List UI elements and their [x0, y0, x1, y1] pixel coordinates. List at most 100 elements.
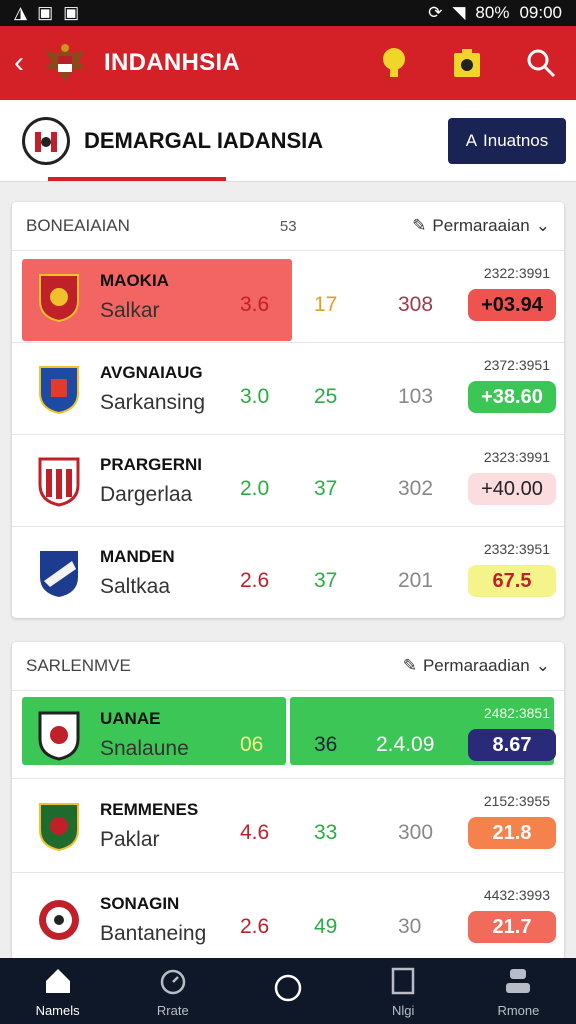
club-badge-icon — [39, 273, 79, 322]
rating: 06 — [240, 733, 264, 756]
points: 17 — [314, 293, 338, 316]
a-icon: A — [465, 130, 478, 150]
match-row[interactable]: PRARGERNI Dargerlaa 2.0 37 302 2323:3991… — [12, 434, 564, 526]
match-row[interactable]: REMMENES Paklar 4.6 33 300 2152:3955 21.… — [12, 778, 564, 872]
points: 25 — [314, 385, 338, 408]
chevron-down-icon: ⌄ — [535, 216, 550, 235]
odds-pill[interactable]: +03.94 — [468, 289, 556, 321]
garuda-crest-logo — [44, 44, 86, 82]
timestamp: 2322:3991 — [483, 265, 550, 281]
team-subtitle: Snalaune — [100, 736, 189, 760]
battery-level: 80% — [475, 3, 510, 22]
circle-icon — [274, 974, 302, 1002]
team-name: MANDEN — [100, 546, 175, 566]
score: 300 — [398, 821, 434, 844]
team-name: MAOKIA — [100, 270, 169, 290]
invitations-button[interactable]: A Inuatnos — [448, 117, 566, 164]
points: 36 — [314, 733, 338, 756]
wifi-icon: ◥ — [452, 3, 466, 22]
team-name: SONAGIN — [100, 893, 180, 913]
search-icon[interactable] — [526, 48, 556, 78]
timestamp: 2482:3851 — [483, 705, 550, 721]
document-icon — [391, 967, 415, 994]
points: 37 — [314, 477, 338, 500]
image-icon: ▣ — [63, 3, 80, 22]
team-subtitle: Saltkaa — [100, 574, 171, 598]
rating: 2.6 — [240, 915, 270, 938]
club-logo — [22, 116, 70, 165]
team-subtitle: Sarkansing — [100, 390, 206, 414]
league-card-2: SARLENMVE ✎ Permaraadian ⌄ UANAE Snalaun… — [12, 642, 564, 962]
score: 302 — [398, 477, 434, 500]
match-row[interactable]: SONAGIN Bantaneing 2.6 49 30 4432:3993 2… — [12, 872, 564, 962]
bottom-navigation: Namels Rrate Nlgi Rmone — [0, 958, 576, 1024]
match-row[interactable]: MAOKIA Salkar 3.6 17 308 2322:3991 +03.9… — [12, 250, 564, 342]
pencil-icon: ✎ — [402, 656, 417, 675]
team-name: REMMENES — [100, 799, 199, 819]
section-header: DEMARGAL IADANSIA A Inuatnos — [0, 100, 576, 182]
match-row[interactable]: UANAE Snalaune 06 36 2.4.09 2482:3851 8.… — [12, 690, 564, 778]
club-badge-icon — [40, 550, 78, 597]
team-name: UANAE — [100, 708, 161, 728]
team-subtitle: Bantaneing — [100, 921, 207, 945]
odds-pill[interactable]: 8.67 — [468, 729, 556, 761]
filter-dropdown[interactable]: ✎ Permaraadian ⌄ — [403, 656, 550, 676]
club-badge-icon — [38, 711, 80, 761]
odds-pill[interactable]: 21.8 — [468, 817, 556, 849]
nav-profile[interactable]: Rmone — [461, 958, 576, 1024]
timestamp: 2372:3951 — [483, 357, 550, 373]
nav-home[interactable]: Namels — [0, 958, 115, 1024]
card-title: BONEAIAIAN — [26, 216, 130, 235]
profile-icon — [506, 968, 531, 993]
clock: 09:00 — [519, 3, 562, 22]
back-button[interactable]: ‹ — [0, 46, 36, 80]
odds-pill[interactable]: +40.00 — [468, 473, 556, 505]
nav-rate[interactable]: Rrate — [115, 958, 230, 1024]
points: 49 — [314, 915, 338, 938]
gallery-icon: ▣ — [37, 3, 54, 22]
score: 308 — [398, 293, 434, 316]
timestamp: 2332:3951 — [483, 541, 550, 557]
points: 37 — [314, 569, 338, 592]
score: 201 — [398, 569, 434, 592]
club-badge-icon — [38, 457, 80, 507]
match-row[interactable]: AVGNAIAUG Sarkansing 3.0 25 103 2372:395… — [12, 342, 564, 434]
score: 103 — [398, 385, 434, 408]
rating: 2.0 — [240, 477, 270, 500]
odds-pill[interactable]: 67.5 — [468, 565, 556, 597]
rating: 3.6 — [240, 293, 270, 316]
notification-icon: ◮ — [14, 3, 28, 22]
team-subtitle: Salkar — [100, 298, 160, 322]
rating: 4.6 — [240, 821, 270, 844]
timestamp: 2323:3991 — [483, 449, 550, 465]
nav-page[interactable]: Nlgi — [346, 958, 461, 1024]
nav-center[interactable] — [230, 958, 345, 1024]
sync-icon: ⟳ — [428, 3, 443, 22]
camera-icon[interactable] — [452, 47, 482, 79]
team-subtitle: Paklar — [100, 827, 160, 851]
match-row[interactable]: MANDEN Saltkaa 2.6 37 201 2332:3951 67.5 — [12, 526, 564, 618]
club-badge-icon — [39, 802, 79, 851]
timestamp: 2152:3955 — [483, 793, 550, 809]
odds-pill[interactable]: 21.7 — [468, 911, 556, 943]
score: 2.4.09 — [376, 733, 435, 756]
timestamp: 4432:3993 — [483, 887, 550, 903]
team-name: PRARGERNI — [100, 454, 203, 474]
timer-icon — [160, 969, 186, 994]
active-tab-indicator — [48, 177, 226, 181]
pencil-icon: ✎ — [412, 216, 427, 235]
score: 30 — [398, 915, 422, 938]
rating: 3.0 — [240, 385, 270, 408]
odds-pill[interactable]: +38.60 — [468, 381, 556, 413]
card-count: 53 — [279, 217, 297, 235]
team-subtitle: Dargerlaa — [100, 482, 193, 506]
app-title: INDANHSIA — [104, 49, 241, 76]
soccer-ball-icon — [39, 899, 79, 940]
league-card-1: BONEAIAIAN 53 ✎ Permaraaian ⌄ MAOKIA Sal… — [12, 202, 564, 618]
points: 33 — [314, 821, 338, 844]
lightbulb-icon[interactable] — [380, 47, 408, 79]
filter-dropdown[interactable]: ✎ Permaraaian ⌄ — [412, 216, 550, 236]
status-bar: ◮ ▣ ▣ ⟳ ◥ 80% 09:00 — [0, 0, 576, 26]
team-name: AVGNAIAUG — [100, 362, 203, 382]
rating: 2.6 — [240, 569, 270, 592]
